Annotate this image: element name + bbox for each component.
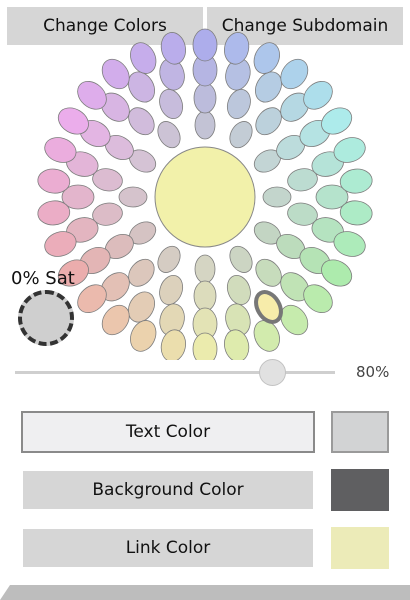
- wheel-swatch[interactable]: [156, 272, 187, 308]
- wheel-swatch[interactable]: [192, 28, 218, 62]
- wheel-swatch[interactable]: [262, 186, 292, 208]
- wheel-swatch[interactable]: [192, 332, 218, 360]
- link-color-button[interactable]: Link Color: [23, 529, 313, 567]
- wheel-swatch[interactable]: [193, 82, 217, 114]
- background-color-button[interactable]: Background Color: [23, 471, 313, 509]
- wheel-swatch[interactable]: [223, 86, 254, 122]
- wheel-swatch[interactable]: [225, 117, 256, 151]
- center-color[interactable]: [154, 146, 256, 248]
- wheel-swatch[interactable]: [153, 242, 184, 276]
- wheel-swatch[interactable]: [118, 186, 148, 208]
- lightness-value: 80%: [356, 363, 390, 381]
- background-color-swatch[interactable]: [331, 469, 389, 511]
- text-color-button[interactable]: Text Color: [21, 411, 315, 453]
- wheel-swatch[interactable]: [126, 316, 161, 355]
- text-color-swatch[interactable]: [331, 411, 389, 453]
- wheel-swatch[interactable]: [222, 328, 252, 360]
- wheel-swatch[interactable]: [222, 30, 252, 66]
- wheel-swatch[interactable]: [158, 30, 188, 66]
- wheel-swatch[interactable]: [194, 254, 216, 284]
- wheel-swatch[interactable]: [156, 86, 187, 122]
- saturation-swatch[interactable]: [18, 290, 74, 346]
- bottom-bar: [0, 585, 410, 600]
- wheel-swatch[interactable]: [194, 110, 216, 140]
- wheel-swatch[interactable]: [249, 39, 284, 78]
- wheel-swatch[interactable]: [225, 242, 256, 276]
- saturation-label: 0% Sat: [11, 268, 75, 289]
- link-color-swatch[interactable]: [331, 527, 389, 569]
- wheel-swatch[interactable]: [158, 328, 188, 360]
- wheel-swatch[interactable]: [153, 117, 184, 151]
- wheel-swatch[interactable]: [193, 280, 217, 312]
- wheel-swatch[interactable]: [223, 272, 254, 308]
- lightness-slider-track[interactable]: [15, 371, 335, 374]
- selected-wheel-swatch[interactable]: [251, 288, 286, 327]
- lightness-slider-thumb[interactable]: [259, 359, 286, 386]
- wheel-swatch[interactable]: [126, 39, 161, 78]
